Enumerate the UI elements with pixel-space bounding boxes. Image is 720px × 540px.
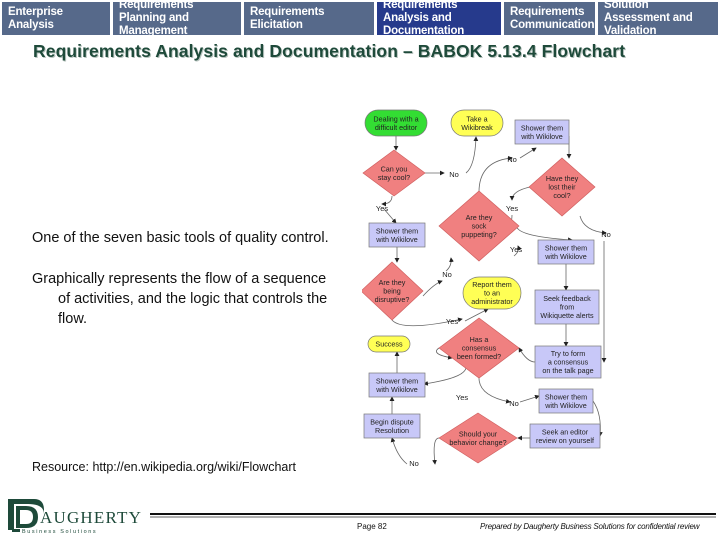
- logo-name: AUGHERTY: [40, 508, 142, 527]
- flowchart-node-text: Wikibreak: [461, 123, 493, 132]
- top-navigation: Enterprise Analysis Requirements Plannin…: [2, 0, 718, 37]
- flowchart-node-consensus-q: Has aconsensusbeen formed?: [438, 317, 520, 379]
- flowchart-node-success: Success: [367, 335, 411, 353]
- flowchart-connector: [509, 186, 531, 201]
- flowchart-edge-label-no: No: [507, 155, 517, 164]
- flowchart-node-shower3: Shower themwith Wikilove: [537, 239, 595, 265]
- tab-enterprise-analysis[interactable]: Enterprise Analysis: [2, 2, 110, 35]
- flowchart-edge-label-yes: Yes: [506, 204, 518, 213]
- flowchart-edge-label-no: No: [449, 170, 459, 179]
- flowchart-node-lost-cool: Have theylost theircool?: [528, 157, 596, 217]
- flowchart-node-text: on the talk page: [542, 366, 593, 375]
- tab-requirements-planning[interactable]: Requirements Planning and Management: [113, 0, 241, 37]
- tab-requirements-analysis[interactable]: Requirements Analysis and Documentation: [377, 0, 501, 37]
- tab-requirements-communication[interactable]: Requirements Communication: [504, 2, 595, 35]
- flowchart-node-disruptive: Are theybeingdisruptive?: [362, 261, 424, 321]
- flowchart-node-form-consensus: Try to forma consensuson the talk page: [534, 345, 602, 379]
- flowchart-node-text: stay cool?: [378, 173, 410, 182]
- flowchart-edge-label-yes: Yes: [456, 393, 468, 402]
- flowchart-connector: [464, 308, 489, 322]
- flowchart-node-text: difficult editor: [375, 123, 418, 132]
- flowchart-node-shower2: Shower themwith Wikilove: [368, 222, 426, 248]
- flowchart-connector: [423, 367, 467, 386]
- bullet-item: Graphically represents the flow of a seq…: [32, 271, 328, 327]
- flowchart-node-text: with Wikilove: [375, 385, 418, 394]
- flowchart-connector: [381, 195, 393, 207]
- flowchart-edge-label-no: No: [509, 399, 519, 408]
- flowchart-edge-label-no: No: [409, 459, 419, 468]
- flowchart-edge-label-yes: Yes: [446, 317, 458, 326]
- flowchart-node-text: Success: [375, 340, 403, 349]
- flowchart-node-text: Resolution: [375, 426, 409, 435]
- flowchart-node-text: review on yourself: [536, 436, 594, 445]
- tab-requirements-elicitation[interactable]: Requirements Elicitation: [244, 2, 374, 35]
- flowchart-connector: [478, 377, 511, 404]
- flowchart-connector: [518, 347, 536, 363]
- flowchart-node-text: with Wikilove: [544, 252, 587, 261]
- flowchart-node-text: behavior change?: [449, 438, 506, 447]
- flowchart-node-dispute: Begin disputeResolution: [363, 413, 421, 439]
- flowchart-node-text: with Wikilove: [544, 401, 587, 410]
- bullet-list: One of the seven basic tools of quality …: [32, 228, 332, 350]
- flowchart-connector: [519, 394, 540, 403]
- logo-tagline: Business Solutions: [22, 529, 97, 535]
- flowchart-node-shower1: Shower themwith Wikilove: [514, 119, 570, 145]
- flowchart-connector: [465, 136, 479, 174]
- flowchart-node-dealing: Dealing with adifficult editor: [364, 109, 428, 137]
- footer-divider: [150, 513, 716, 515]
- daugherty-logo: AUGHERTY Business Solutions: [8, 499, 142, 535]
- flowchart-node-text: been formed?: [457, 352, 501, 361]
- flowchart-node-report: Report themto anadministrator: [462, 276, 522, 310]
- tab-solution-assessment[interactable]: Solution Assessment and Validation: [598, 0, 718, 37]
- flowchart-node-wikibreak: Take aWikibreak: [450, 109, 504, 137]
- flowchart-diagram: Dealing with adifficult editor Take aWiki…: [362, 109, 611, 468]
- flowchart-edge-label-yes: Yes: [510, 245, 522, 254]
- resource-link[interactable]: Resource: http://en.wikipedia.org/wiki/F…: [32, 460, 296, 474]
- flowchart-node-shower5: Shower themwith Wikilove: [538, 388, 594, 414]
- flowchart-edge-label-no: No: [601, 230, 611, 239]
- flowchart-connector: [422, 280, 443, 297]
- flowchart-connector: [390, 437, 408, 465]
- flowchart-edge-label-no: No: [442, 270, 452, 279]
- slide-title: Requirements Analysis and Documentation …: [33, 41, 626, 61]
- flowchart-node-sock: Are theysockpuppeting?: [438, 190, 520, 262]
- flowchart-node-shower4: Shower themwith Wikilove: [368, 372, 426, 398]
- flowchart-node-stay-cool: Can youstay cool?: [362, 149, 426, 197]
- footer-divider: [150, 516, 716, 518]
- flowchart-connector: [519, 147, 537, 159]
- bullet-item: One of the seven basic tools of quality …: [32, 230, 329, 246]
- flowchart-node-behavior: Should yourbehavior change?: [438, 412, 518, 464]
- flowchart-node-editor-review: Seek an editorreview on yourself: [529, 423, 601, 449]
- footer-confidential-note: Prepared by Daugherty Business Solutions…: [480, 522, 700, 531]
- flowchart-node-text: cool?: [553, 191, 570, 200]
- flowchart-node-text: with Wikilove: [375, 235, 418, 244]
- flowchart-edge-label-yes: Yes: [376, 204, 388, 213]
- flowchart-node-text: disruptive?: [375, 295, 410, 304]
- page-number: Page 82: [357, 522, 387, 531]
- flowchart-node-text: Wikiquette alerts: [540, 311, 594, 320]
- flowchart-connector: [432, 437, 440, 465]
- flowchart-node-feedback: Seek feedbackfromWikiquette alerts: [534, 289, 600, 325]
- flowchart-node-text: puppeting?: [461, 230, 497, 239]
- flowchart-node-text: administrator: [471, 297, 513, 306]
- flowchart-node-text: with Wikilove: [520, 132, 563, 141]
- flowchart-connector: [516, 223, 573, 243]
